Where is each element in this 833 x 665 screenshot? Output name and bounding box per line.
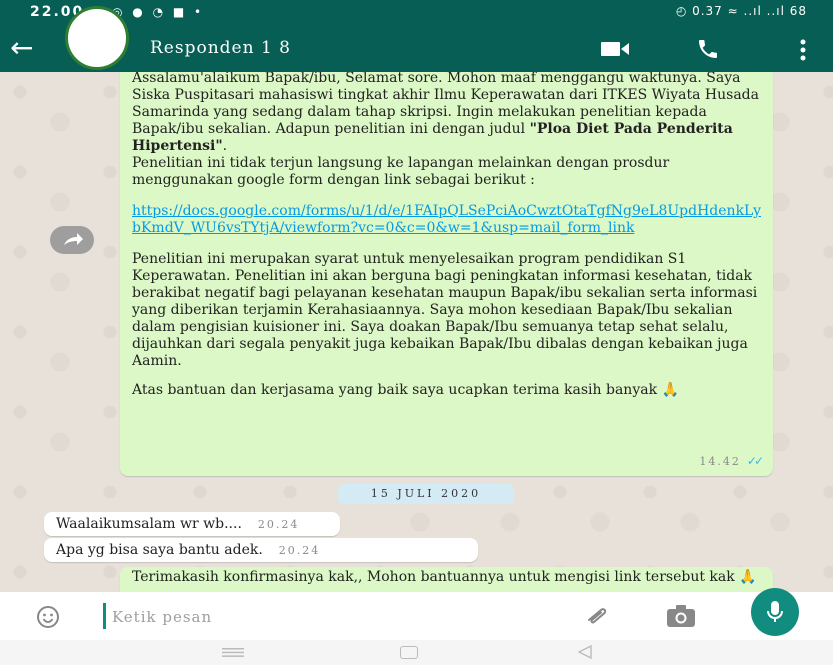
menu-icon[interactable] bbox=[800, 39, 806, 61]
message-time: 14.42 bbox=[699, 455, 741, 468]
back-arrow-icon[interactable]: ← bbox=[10, 30, 33, 66]
text-cursor bbox=[103, 603, 106, 629]
message-bubble-incoming[interactable]: Waalaikumsalam wr wb.... 20.24 bbox=[44, 512, 340, 536]
mic-button[interactable] bbox=[751, 588, 799, 636]
system-nav-bar bbox=[0, 640, 833, 665]
status-indicators: ◴ 0.37 ≈ ..ıl ..ıl 68 bbox=[675, 4, 807, 18]
read-ticks-icon: ✓✓ bbox=[746, 454, 764, 468]
form-link[interactable]: https://docs.google.com/forms/u/1/d/e/1F… bbox=[132, 203, 761, 237]
forward-icon[interactable] bbox=[50, 226, 94, 254]
message-meta: 14.42 ✓✓ bbox=[699, 453, 764, 470]
recent-apps-icon[interactable] bbox=[222, 648, 244, 657]
message-bubble-outgoing[interactable]: Assalamu'alaikum Bapak/ibu, Selamat sore… bbox=[120, 72, 773, 476]
message-input[interactable] bbox=[110, 600, 554, 634]
home-icon[interactable] bbox=[400, 646, 418, 659]
message-text: Atas bantuan dan kerjasama yang baik say… bbox=[132, 382, 679, 398]
emoji-icon[interactable] bbox=[36, 605, 60, 629]
avatar[interactable] bbox=[65, 6, 129, 70]
message-bubble-incoming[interactable]: Apa yg bisa saya bantu adek. 20.24 bbox=[44, 538, 478, 562]
camera-icon[interactable] bbox=[666, 604, 696, 628]
message-time: 20.24 bbox=[257, 518, 300, 531]
message-text: Waalaikumsalam wr wb.... bbox=[56, 516, 242, 532]
message-composer bbox=[0, 588, 833, 640]
message-text: Penelitian ini tidak terjun langsung ke … bbox=[132, 155, 670, 188]
phone-icon[interactable] bbox=[696, 37, 720, 61]
message-time: 20.24 bbox=[278, 544, 321, 557]
message-text: Penelitian ini merupakan syarat untuk me… bbox=[132, 251, 758, 369]
message-text: Apa yg bisa saya bantu adek. bbox=[56, 542, 263, 558]
message-text: Terimakasih konfirmasinya kak,, Mohon ba… bbox=[132, 569, 757, 585]
video-call-icon[interactable] bbox=[601, 41, 629, 57]
mic-icon bbox=[767, 601, 783, 622]
chat-area[interactable]: Assalamu'alaikum Bapak/ibu, Selamat sore… bbox=[0, 72, 833, 592]
notification-icons: ◎ ● ◔ ■ • bbox=[112, 5, 205, 19]
attach-icon[interactable] bbox=[584, 606, 610, 626]
date-chip: 15 JULI 2020 bbox=[338, 484, 514, 504]
nav-back-icon[interactable] bbox=[578, 645, 592, 659]
message-bubble-outgoing[interactable]: Terimakasih konfirmasinya kak,, Mohon ba… bbox=[120, 567, 773, 592]
contact-name[interactable]: Responden 1 8 bbox=[150, 38, 291, 58]
